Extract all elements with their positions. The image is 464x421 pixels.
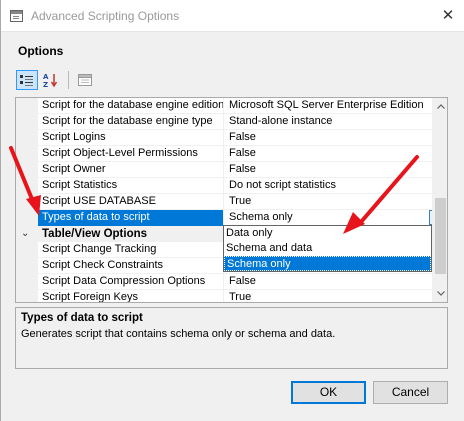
property-value[interactable]: False xyxy=(225,130,447,146)
property-row[interactable]: Script for the database engine edition M… xyxy=(38,98,447,114)
property-name: Script Data Compression Options xyxy=(38,274,224,290)
property-name: Script Owner xyxy=(38,162,224,178)
property-name: Script for the database engine type xyxy=(38,114,224,130)
options-heading: Options xyxy=(18,44,64,58)
svg-text:Z: Z xyxy=(43,81,48,88)
property-name: Types of data to script xyxy=(38,210,224,226)
scrollbar-thumb[interactable] xyxy=(435,198,446,274)
property-value[interactable]: False xyxy=(225,274,447,290)
property-value-combobox[interactable]: Schema only xyxy=(225,210,447,226)
property-value[interactable]: True xyxy=(225,194,447,210)
property-row[interactable]: Script Owner False xyxy=(38,162,447,178)
property-pages-icon[interactable] xyxy=(74,70,96,90)
property-row[interactable]: Script Foreign Keys True xyxy=(38,290,447,302)
property-value[interactable]: True xyxy=(225,290,447,302)
property-value[interactable]: Stand-alone instance xyxy=(225,114,447,130)
property-row[interactable]: Script Data Compression Options False xyxy=(38,274,447,290)
description-text: Generates script that contains schema on… xyxy=(21,328,336,340)
property-value[interactable]: Microsoft SQL Server Enterprise Edition xyxy=(225,98,447,114)
property-row[interactable]: Script Object-Level Permissions False xyxy=(38,146,447,162)
toolbar-separator xyxy=(68,71,69,89)
property-name: Script Statistics xyxy=(38,178,224,194)
title-bar: Advanced Scripting Options ✕ xyxy=(1,0,464,32)
grid-gutter xyxy=(16,98,38,302)
property-row-types-of-data[interactable]: Types of data to script Schema only xyxy=(38,210,447,226)
categorized-view-icon[interactable] xyxy=(16,70,38,90)
property-row[interactable]: Script USE DATABASE True xyxy=(38,194,447,210)
property-name: Script Object-Level Permissions xyxy=(38,146,224,162)
property-row[interactable]: Script Statistics Do not script statisti… xyxy=(38,178,447,194)
dropdown-option-data-only[interactable]: Data only xyxy=(224,226,431,241)
cancel-button[interactable]: Cancel xyxy=(373,381,448,404)
scroll-down-icon[interactable] xyxy=(432,285,447,302)
property-value[interactable]: Do not script statistics xyxy=(225,178,447,194)
property-name: Script Check Constraints xyxy=(38,258,224,274)
description-panel: Types of data to script Generates script… xyxy=(15,307,448,369)
scroll-up-icon[interactable] xyxy=(432,98,447,115)
types-of-data-dropdown-list[interactable]: Data only Schema and data Schema only xyxy=(223,225,432,272)
description-title: Types of data to script xyxy=(21,312,143,324)
alphabetical-sort-icon[interactable]: A Z xyxy=(40,70,62,90)
property-grid: Script for the database engine edition M… xyxy=(15,97,448,303)
close-icon[interactable]: ✕ xyxy=(438,6,458,26)
property-row[interactable]: Script Logins False xyxy=(38,130,447,146)
chevron-down-icon[interactable]: ⌄ xyxy=(21,226,29,242)
category-label: Table/View Options xyxy=(42,228,148,240)
advanced-scripting-options-dialog: Advanced Scripting Options ✕ Options A Z xyxy=(0,0,464,421)
window-icon xyxy=(10,10,23,22)
vertical-scrollbar[interactable] xyxy=(432,98,447,302)
property-row[interactable]: Script for the database engine type Stan… xyxy=(38,114,447,130)
svg-text:A: A xyxy=(43,73,49,81)
property-name: Script Logins xyxy=(38,130,224,146)
property-name: Script USE DATABASE xyxy=(38,194,224,210)
window-title: Advanced Scripting Options xyxy=(31,9,180,23)
property-value[interactable]: False xyxy=(225,162,447,178)
dropdown-option-schema-and-data[interactable]: Schema and data xyxy=(224,241,431,256)
dropdown-option-schema-only[interactable]: Schema only xyxy=(224,256,431,271)
property-value[interactable]: False xyxy=(225,146,447,162)
property-name: Script for the database engine edition xyxy=(38,98,224,114)
property-name: Script Change Tracking xyxy=(38,242,224,258)
property-name: Script Foreign Keys xyxy=(38,290,224,302)
ok-button[interactable]: OK xyxy=(291,381,366,404)
